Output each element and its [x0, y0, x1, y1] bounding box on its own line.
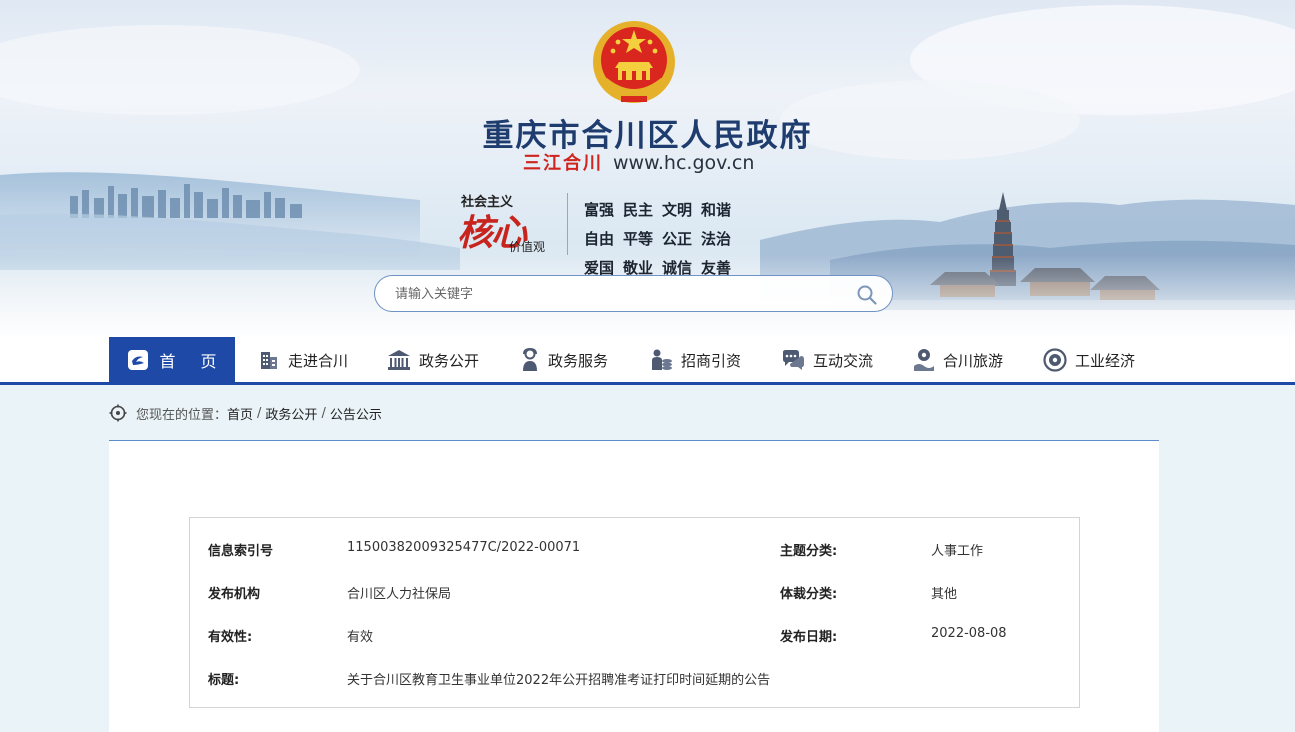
location-target-icon: [109, 404, 127, 422]
nav-label: 招商引资: [681, 351, 742, 370]
breadcrumb-prefix: 您现在的位置：: [136, 407, 228, 423]
metadata-row: 标题: 关于合川区教育卫生事业单位2022年公开招聘准考证打印时间延期的公告: [190, 669, 1079, 689]
investment-icon: [652, 349, 672, 370]
core-values-panel: 社会主义 核心 价值观 富强 民主 文明 和谐 自由 平等 公正 法治 爱国 敬…: [454, 190, 824, 277]
core-values-logo: 社会主义 核心 价值观: [454, 190, 556, 258]
genre-category-value: 其他: [931, 587, 958, 602]
site-motto: 三江合川: [523, 153, 603, 174]
government-hall-icon: [388, 350, 410, 370]
breadcrumb-link-announcements[interactable]: 公告公示: [330, 404, 382, 423]
validity-value: 有效: [347, 630, 374, 645]
publisher-label: 发布机构: [208, 587, 261, 602]
nav-item-interaction[interactable]: 互动交流: [781, 337, 873, 383]
core-value-item: 富强: [584, 201, 615, 219]
core-values-divider: [567, 193, 568, 255]
site-subtitle: 三江合川 www.hc.gov.cn: [523, 149, 754, 175]
breadcrumb-link-gov-affairs[interactable]: 政务公开: [265, 404, 317, 423]
nav-label: 政务公开: [419, 351, 480, 370]
nav-label: 合川旅游: [943, 351, 1004, 370]
breadcrumb-separator: /: [257, 405, 262, 421]
article-container: 信息索引号 11500382009325477C/2022-00071 主题分类…: [109, 441, 1159, 732]
core-value-item: 平等: [623, 230, 654, 248]
header-banner: 重庆市合川区人民政府 三江合川 www.hc.gov.cn 社会主义 核心 价值…: [0, 0, 1295, 337]
building-icon: [261, 352, 277, 369]
genre-category-label: 体裁分类:: [780, 587, 838, 602]
core-value-item: 法治: [701, 230, 732, 248]
core-values-list: 富强 民主 文明 和谐 自由 平等 公正 法治 爱国 敬业 诚信 友善: [584, 199, 731, 278]
topic-category-label: 主题分类:: [780, 544, 838, 559]
core-values-small: 价值观: [509, 240, 546, 254]
nav-label: 互动交流: [813, 351, 874, 370]
nav-item-gov-affairs[interactable]: 政务公开: [387, 337, 479, 383]
publisher-value: 合川区人力社保局: [347, 587, 452, 602]
metadata-row: 有效性: 有效 发布日期: 2022-08-08: [190, 626, 1079, 646]
breadcrumb-separator: /: [321, 405, 326, 421]
index-number-label: 信息索引号: [208, 544, 274, 559]
nav-label: 走进合川: [288, 351, 349, 370]
nav-item-investment[interactable]: 招商引资: [651, 337, 741, 383]
document-metadata-table: 信息索引号 11500382009325477C/2022-00071 主题分类…: [189, 517, 1080, 708]
site-url: www.hc.gov.cn: [613, 152, 755, 174]
home-icon: [128, 350, 149, 370]
nav-item-gov-services[interactable]: 政务服务: [520, 337, 608, 383]
nav-label: 首 页: [159, 352, 227, 371]
national-emblem-icon: [593, 21, 675, 103]
main-navigation: 首 页 走进合川 政务公开 政务服务 招商引资 互动交流 合川旅游 工业经济: [0, 337, 1295, 385]
chat-icon: [783, 350, 804, 370]
industry-icon: [1043, 348, 1067, 372]
service-person-icon: [523, 348, 537, 371]
index-number-value: 11500382009325477C/2022-00071: [347, 540, 581, 555]
nav-label: 政务服务: [548, 351, 609, 370]
nav-label: 工业经济: [1075, 351, 1136, 370]
breadcrumb-link-home[interactable]: 首页: [227, 404, 253, 423]
title-value: 关于合川区教育卫生事业单位2022年公开招聘准考证打印时间延期的公告: [347, 673, 771, 688]
core-value-item: 民主: [623, 201, 654, 219]
publish-date-value: 2022-08-08: [931, 626, 1007, 641]
title-label: 标题:: [208, 673, 240, 688]
breadcrumb: 您现在的位置： 首页 / 政务公开 / 公告公示: [109, 403, 382, 423]
nav-item-industry[interactable]: 工业经济: [1043, 337, 1135, 383]
search-box: [374, 275, 893, 312]
nav-item-about[interactable]: 走进合川: [258, 337, 348, 383]
tourism-icon: [914, 349, 934, 371]
search-input[interactable]: [395, 283, 835, 305]
metadata-row: 发布机构 合川区人力社保局 体裁分类: 其他: [190, 583, 1079, 603]
core-value-item: 文明: [662, 201, 693, 219]
nav-item-home[interactable]: 首 页: [109, 337, 235, 383]
validity-label: 有效性:: [208, 630, 253, 645]
nav-item-tourism[interactable]: 合川旅游: [913, 337, 1003, 383]
publish-date-label: 发布日期:: [780, 630, 838, 645]
topic-category-value: 人事工作: [931, 544, 984, 559]
core-value-item: 自由: [584, 230, 615, 248]
metadata-row: 信息索引号 11500382009325477C/2022-00071 主题分类…: [190, 540, 1079, 560]
core-value-item: 公正: [662, 230, 693, 248]
search-icon[interactable]: [856, 284, 878, 306]
core-value-item: 和谐: [701, 201, 732, 219]
